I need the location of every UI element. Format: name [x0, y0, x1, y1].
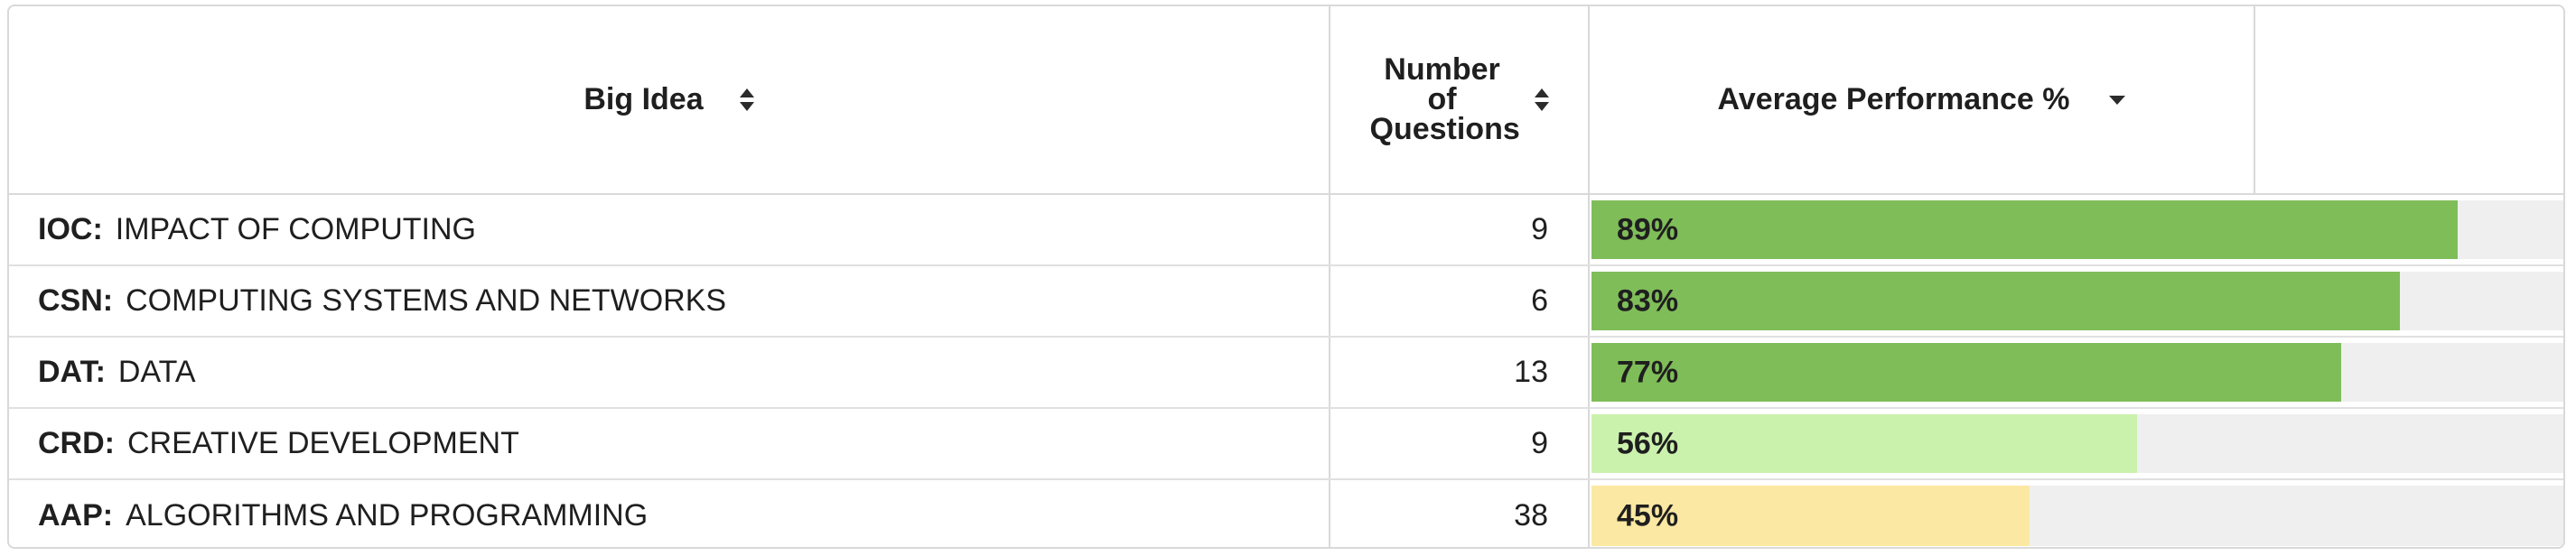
performance-cell: 83%	[1590, 266, 2563, 336]
sort-icon[interactable]	[739, 88, 754, 111]
column-header-average-performance[interactable]: Average Performance %	[1590, 6, 2255, 193]
performance-cell: 45%	[1590, 480, 2563, 547]
question-count: 6	[1531, 283, 1548, 318]
big-idea-code: IOC:	[38, 212, 103, 246]
performance-bar-track: 56%	[1591, 414, 2563, 473]
big-idea-cell: IOC: IMPACT OF COMPUTING	[9, 195, 1330, 264]
table-row[interactable]: IOC: IMPACT OF COMPUTING 9 89%	[9, 195, 2563, 266]
table-body: IOC: IMPACT OF COMPUTING 9 89% CSN: COMP…	[9, 195, 2563, 547]
performance-label: 77%	[1617, 355, 1679, 389]
performance-cell: 56%	[1590, 409, 2563, 478]
big-idea-table: Big Idea Number of Questions Average Per…	[7, 5, 2565, 549]
performance-bar	[1591, 272, 2400, 330]
big-idea-cell: CSN: COMPUTING SYSTEMS AND NETWORKS	[9, 266, 1330, 336]
question-count-cell: 38	[1330, 480, 1590, 547]
column-header-number-of-questions[interactable]: Number of Questions	[1330, 6, 1590, 193]
big-idea-cell: CRD: CREATIVE DEVELOPMENT	[9, 409, 1330, 478]
big-idea-code: AAP:	[38, 498, 114, 533]
question-count: 9	[1531, 212, 1548, 246]
sort-icon[interactable]	[1534, 88, 1549, 111]
big-idea-code: DAT:	[38, 355, 106, 389]
question-count-cell: 6	[1330, 266, 1590, 336]
sort-descending-icon[interactable]	[2109, 95, 2126, 105]
column-header-big-idea[interactable]: Big Idea	[9, 6, 1330, 193]
table-header: Big Idea Number of Questions Average Per…	[9, 6, 2563, 195]
performance-cell: 77%	[1590, 338, 2563, 407]
big-idea-code: CSN:	[38, 283, 114, 318]
performance-bar-track: 89%	[1591, 200, 2563, 259]
question-count: 38	[1514, 498, 1548, 533]
column-header-label: Big Idea	[583, 82, 704, 116]
big-idea-name: DATA	[117, 355, 196, 389]
performance-bar	[1591, 200, 2459, 259]
performance-label: 45%	[1617, 498, 1679, 533]
big-idea-name: COMPUTING SYSTEMS AND NETWORKS	[126, 283, 727, 318]
table-row[interactable]: CSN: COMPUTING SYSTEMS AND NETWORKS 6 83…	[9, 266, 2563, 338]
big-idea-cell: AAP: ALGORITHMS AND PROGRAMMING	[9, 480, 1330, 547]
performance-bar-track: 83%	[1591, 272, 2563, 330]
performance-label: 89%	[1617, 212, 1679, 246]
table-row[interactable]: DAT: DATA 13 77%	[9, 338, 2563, 409]
big-idea-name: ALGORITHMS AND PROGRAMMING	[126, 498, 649, 533]
question-count: 9	[1531, 426, 1548, 460]
question-count-cell: 9	[1330, 409, 1590, 478]
question-count-cell: 13	[1330, 338, 1590, 407]
column-header-empty	[2255, 6, 2563, 193]
table-row[interactable]: AAP: ALGORITHMS AND PROGRAMMING 38 45%	[9, 480, 2563, 547]
column-header-label: Average Performance %	[1717, 82, 2070, 116]
performance-bar-track: 45%	[1591, 486, 2563, 546]
question-count-cell: 9	[1330, 195, 1590, 264]
big-idea-name: CREATIVE DEVELOPMENT	[126, 426, 519, 460]
performance-cell: 89%	[1590, 195, 2563, 264]
big-idea-cell: DAT: DATA	[9, 338, 1330, 407]
column-header-label: Number of Questions	[1369, 52, 1520, 146]
performance-label: 56%	[1617, 426, 1679, 460]
question-count: 13	[1514, 355, 1548, 389]
performance-bar-track: 77%	[1591, 343, 2563, 402]
performance-bar	[1591, 343, 2342, 402]
performance-label: 83%	[1617, 283, 1679, 318]
big-idea-code: CRD:	[38, 426, 115, 460]
table-row[interactable]: CRD: CREATIVE DEVELOPMENT 9 56%	[9, 409, 2563, 480]
big-idea-name: IMPACT OF COMPUTING	[115, 212, 476, 246]
